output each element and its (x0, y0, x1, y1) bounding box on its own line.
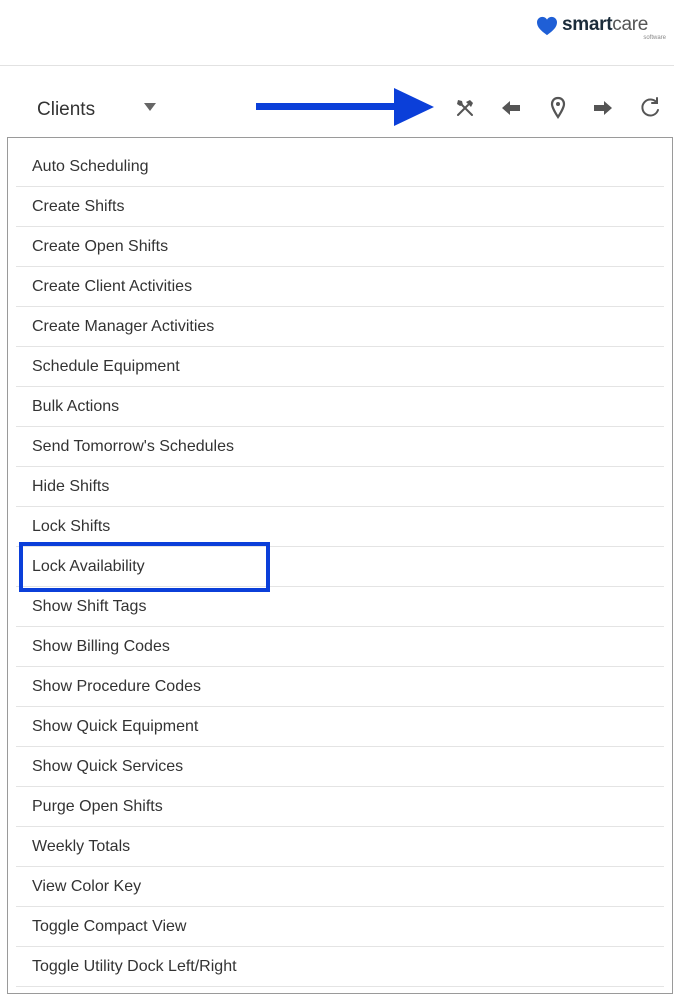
arrow-left-icon[interactable] (499, 96, 523, 120)
caret-down-icon (144, 103, 156, 111)
menu-item-label: Toggle Compact View (32, 918, 187, 935)
logo-wordmark: smartcare (562, 14, 648, 36)
menu-item-create-client-activities[interactable]: Create Client Activities (16, 267, 664, 307)
view-dropdown[interactable]: Clients (37, 96, 156, 124)
menu-item-label: Purge Open Shifts (32, 798, 163, 815)
menu-item-label: Create Manager Activities (32, 318, 215, 335)
menu-item-create-open-shifts[interactable]: Create Open Shifts (16, 227, 664, 267)
map-pin-icon[interactable] (546, 96, 570, 120)
menu-item-auto-scheduling[interactable]: Auto Scheduling (16, 147, 664, 187)
menu-item-label: Create Client Activities (32, 278, 193, 295)
annotation-highlight-box (19, 542, 270, 592)
menu-item-label: Show Quick Equipment (32, 718, 199, 735)
dropdown-selected-label: Clients (37, 99, 96, 120)
menu-item-label: Weekly Totals (32, 838, 131, 855)
smartcare-logo[interactable]: smartcare software (536, 14, 666, 44)
menu-item-hide-shifts[interactable]: Hide Shifts (16, 467, 664, 507)
logo-text-smart: smart (562, 14, 613, 35)
menu-item-create-manager-activities[interactable]: Create Manager Activities (16, 307, 664, 347)
annotation-arrow (256, 88, 434, 126)
menu-item-toggle-utility-dock[interactable]: Toggle Utility Dock Left/Right (16, 947, 664, 987)
menu-item-label: View Color Key (32, 878, 142, 895)
logo-subtext: software (643, 35, 666, 41)
menu-item-label: Schedule Equipment (32, 358, 180, 375)
menu-item-label: Bulk Actions (32, 398, 120, 415)
menu-item-show-quick-equipment[interactable]: Show Quick Equipment (16, 707, 664, 747)
menu-item-schedule-equipment[interactable]: Schedule Equipment (16, 347, 664, 387)
menu-item-label: Create Shifts (32, 198, 125, 215)
menu-item-label: Send Tomorrow's Schedules (32, 438, 234, 455)
menu-item-lock-shifts[interactable]: Lock Shifts (16, 507, 664, 547)
arrow-right-icon[interactable] (591, 96, 615, 120)
schedule-toolbar: Clients (0, 66, 674, 138)
menu-item-label: Hide Shifts (32, 478, 110, 495)
menu-item-weekly-totals[interactable]: Weekly Totals (16, 827, 664, 867)
menu-item-show-procedure-codes[interactable]: Show Procedure Codes (16, 667, 664, 707)
menu-item-send-tomorrows-schedules[interactable]: Send Tomorrow's Schedules (16, 427, 664, 467)
app-header: smartcare software (0, 0, 674, 66)
menu-item-label: Show Shift Tags (32, 598, 147, 615)
menu-item-label: Toggle Utility Dock Left/Right (32, 958, 237, 975)
menu-item-show-billing-codes[interactable]: Show Billing Codes (16, 627, 664, 667)
menu-item-label: Auto Scheduling (32, 158, 149, 175)
menu-item-toggle-compact-view[interactable]: Toggle Compact View (16, 907, 664, 947)
refresh-icon[interactable] (638, 96, 662, 120)
menu-item-purge-open-shifts[interactable]: Purge Open Shifts (16, 787, 664, 827)
logo-text-care: care (612, 14, 649, 35)
menu-item-show-quick-services[interactable]: Show Quick Services (16, 747, 664, 787)
heart-icon (537, 16, 557, 36)
menu-item-label: Show Procedure Codes (32, 678, 201, 695)
menu-item-view-color-key[interactable]: View Color Key (16, 867, 664, 907)
menu-item-label: Show Quick Services (32, 758, 184, 775)
menu-item-label: Lock Shifts (32, 518, 111, 535)
menu-item-create-shifts[interactable]: Create Shifts (16, 187, 664, 227)
menu-item-show-shift-tags[interactable]: Show Shift Tags (16, 587, 664, 627)
menu-item-bulk-actions[interactable]: Bulk Actions (16, 387, 664, 427)
tools-icon[interactable] (453, 96, 477, 120)
menu-item-label: Show Billing Codes (32, 638, 170, 655)
menu-item-label: Create Open Shifts (32, 238, 169, 255)
